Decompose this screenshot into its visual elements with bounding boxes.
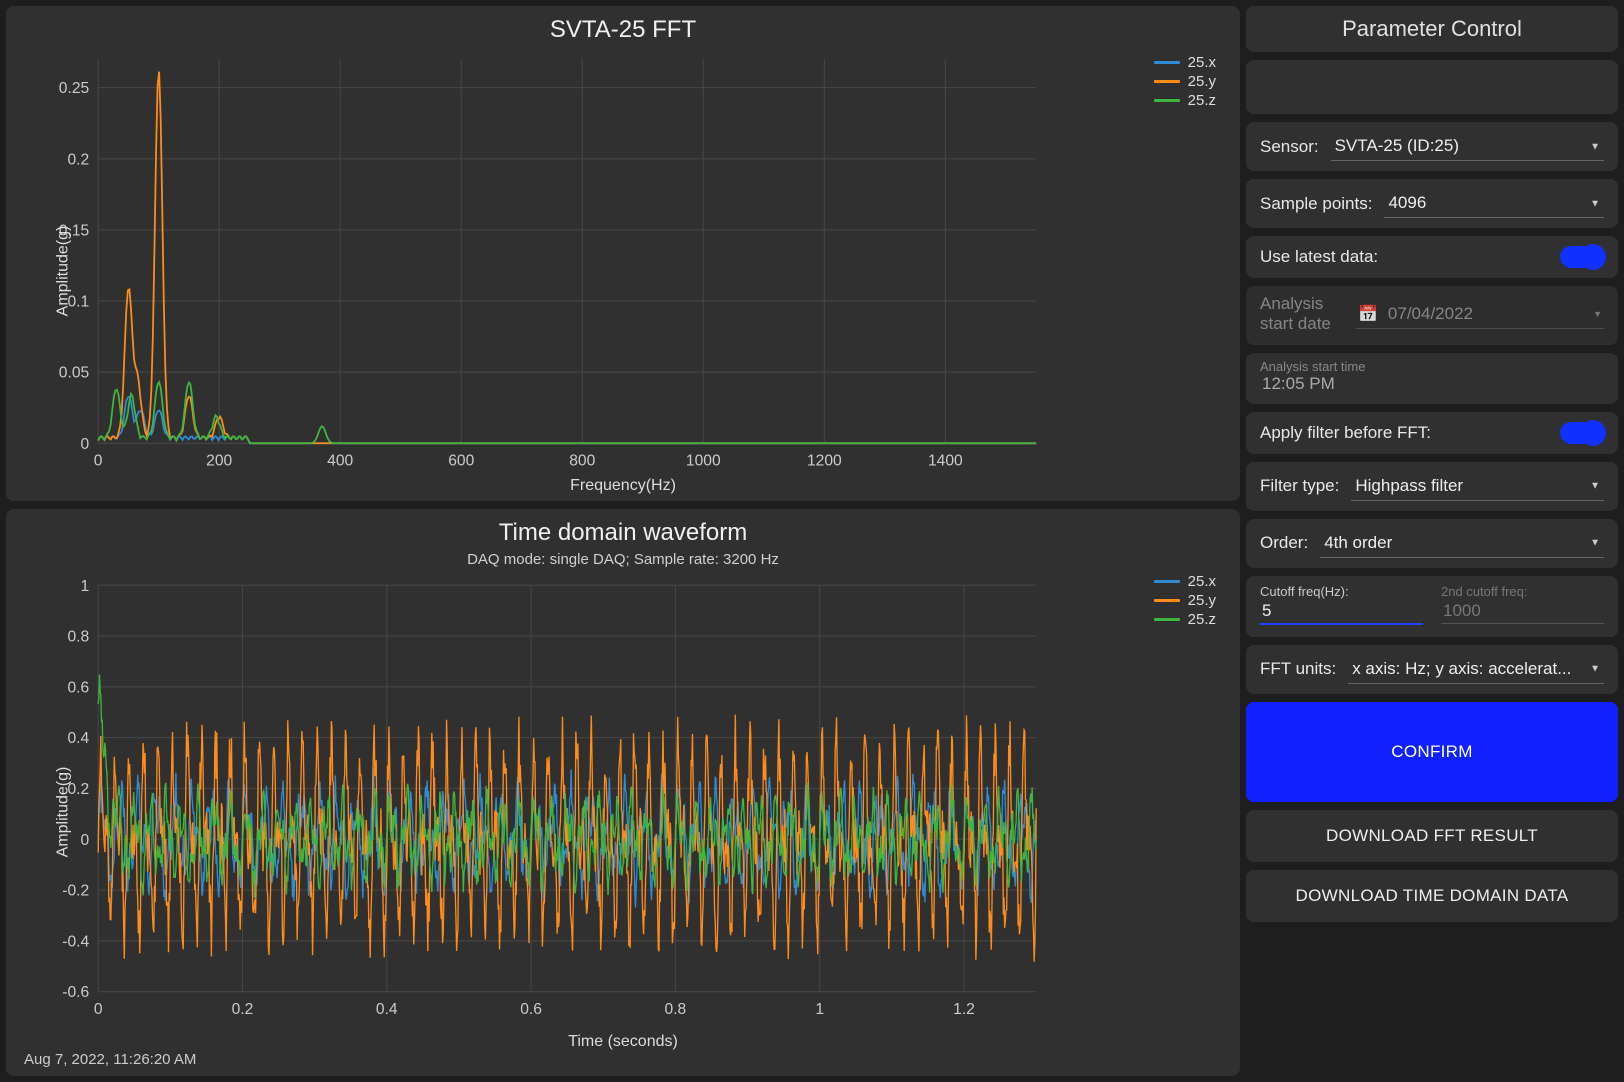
fft-panel: SVTA-25 FFT 25.x 25.y 25.z 0200400600800… bbox=[6, 6, 1240, 501]
sidebar-blank bbox=[1246, 60, 1618, 114]
svg-text:0: 0 bbox=[81, 832, 90, 849]
calendar-icon: 📅 bbox=[1358, 304, 1378, 324]
time-title: Time domain waveform bbox=[20, 519, 1226, 547]
svg-text:0.8: 0.8 bbox=[665, 1001, 687, 1018]
svg-text:0.2: 0.2 bbox=[67, 151, 89, 168]
latest-label: Use latest data: bbox=[1260, 247, 1378, 267]
svg-text:1200: 1200 bbox=[807, 453, 842, 470]
time-panel: Time domain waveform DAQ mode: single DA… bbox=[6, 509, 1240, 1076]
sensor-row: Sensor: SVTA-25 (ID:25) bbox=[1246, 122, 1618, 171]
svg-text:-0.6: -0.6 bbox=[62, 984, 89, 1001]
sample-select[interactable]: 4096 bbox=[1384, 189, 1604, 218]
apply-filter-label: Apply filter before FFT: bbox=[1260, 423, 1431, 443]
cutoff-value: 5 bbox=[1260, 599, 1423, 625]
latest-toggle[interactable] bbox=[1560, 246, 1604, 268]
download-time-button[interactable]: DOWNLOAD TIME DOMAIN DATA bbox=[1246, 870, 1618, 922]
cutoff-label: Cutoff freq(Hz): bbox=[1260, 584, 1423, 599]
cutoff-row: Cutoff freq(Hz): 5 2nd cutoff freq: 1000 bbox=[1246, 576, 1618, 637]
start-date-field[interactable]: 📅 07/04/2022 bbox=[1356, 300, 1604, 329]
start-time-row[interactable]: Analysis start time 12:05 PM bbox=[1246, 353, 1618, 404]
svg-text:600: 600 bbox=[448, 453, 474, 470]
svg-text:800: 800 bbox=[569, 453, 595, 470]
sample-value: 4096 bbox=[1384, 189, 1604, 218]
apply-filter-row: Apply filter before FFT: bbox=[1246, 412, 1618, 454]
cutoff2-value: 1000 bbox=[1441, 599, 1604, 624]
cutoff2-label: 2nd cutoff freq: bbox=[1441, 584, 1604, 599]
svg-text:1: 1 bbox=[815, 1001, 824, 1018]
svg-text:-0.4: -0.4 bbox=[62, 934, 89, 951]
filter-type-value: Highpass filter bbox=[1351, 472, 1604, 501]
svg-text:0.05: 0.05 bbox=[59, 365, 90, 382]
confirm-button[interactable]: CONFIRM bbox=[1246, 702, 1618, 802]
cutoff-col[interactable]: Cutoff freq(Hz): 5 bbox=[1260, 584, 1423, 625]
filter-type-select[interactable]: Highpass filter bbox=[1351, 472, 1604, 501]
sensor-value: SVTA-25 (ID:25) bbox=[1331, 132, 1604, 161]
sample-label: Sample points: bbox=[1260, 194, 1372, 214]
sidebar: Parameter Control Sensor: SVTA-25 (ID:25… bbox=[1246, 0, 1624, 1082]
sensor-select[interactable]: SVTA-25 (ID:25) bbox=[1331, 132, 1604, 161]
apply-filter-toggle[interactable] bbox=[1560, 422, 1604, 444]
order-row: Order: 4th order bbox=[1246, 519, 1618, 568]
fft-ylabel: Amplitude(g) bbox=[54, 225, 72, 316]
time-xlabel: Time (seconds) bbox=[568, 1033, 678, 1051]
sensor-label: Sensor: bbox=[1260, 137, 1319, 157]
time-subtitle: DAQ mode: single DAQ; Sample rate: 3200 … bbox=[20, 551, 1226, 568]
main-column: SVTA-25 FFT 25.x 25.y 25.z 0200400600800… bbox=[0, 0, 1246, 1082]
timestamp: Aug 7, 2022, 11:26:20 AM bbox=[20, 1049, 1226, 1068]
fft-xlabel: Frequency(Hz) bbox=[570, 477, 676, 495]
filter-type-label: Filter type: bbox=[1260, 476, 1339, 496]
fft-plot[interactable]: 020040060080010001200140000.050.10.150.2… bbox=[20, 48, 1226, 493]
svg-text:1400: 1400 bbox=[928, 453, 963, 470]
fft-units-value: x axis: Hz; y axis: accelerat... bbox=[1348, 655, 1604, 684]
svg-text:400: 400 bbox=[327, 453, 353, 470]
svg-text:1.2: 1.2 bbox=[953, 1001, 975, 1018]
svg-text:0.8: 0.8 bbox=[67, 629, 89, 646]
fft-units-select[interactable]: x axis: Hz; y axis: accelerat... bbox=[1348, 655, 1604, 684]
filter-type-row: Filter type: Highpass filter bbox=[1246, 462, 1618, 511]
svg-text:-0.2: -0.2 bbox=[62, 883, 89, 900]
svg-text:0.4: 0.4 bbox=[376, 1001, 398, 1018]
cutoff2-col: 2nd cutoff freq: 1000 bbox=[1441, 584, 1604, 625]
download-fft-button[interactable]: DOWNLOAD FFT RESULT bbox=[1246, 810, 1618, 862]
order-select[interactable]: 4th order bbox=[1320, 529, 1604, 558]
fft-units-row: FFT units: x axis: Hz; y axis: accelerat… bbox=[1246, 645, 1618, 694]
svg-text:200: 200 bbox=[206, 453, 232, 470]
svg-text:0.6: 0.6 bbox=[520, 1001, 542, 1018]
svg-text:0.2: 0.2 bbox=[232, 1001, 254, 1018]
latest-row: Use latest data: bbox=[1246, 236, 1618, 278]
svg-text:1000: 1000 bbox=[686, 453, 721, 470]
sample-row: Sample points: 4096 bbox=[1246, 179, 1618, 228]
fft-title: SVTA-25 FFT bbox=[20, 16, 1226, 44]
order-label: Order: bbox=[1260, 533, 1308, 553]
svg-text:0: 0 bbox=[94, 453, 103, 470]
svg-text:1: 1 bbox=[81, 578, 90, 595]
start-date-row: Analysis start date 📅 07/04/2022 bbox=[1246, 286, 1618, 345]
start-time-label: Analysis start time bbox=[1260, 359, 1604, 374]
svg-text:0.4: 0.4 bbox=[67, 730, 89, 747]
svg-text:0.6: 0.6 bbox=[67, 680, 89, 697]
start-date-label: Analysis start date bbox=[1260, 294, 1342, 335]
start-time-value: 12:05 PM bbox=[1260, 374, 1604, 394]
sidebar-title: Parameter Control bbox=[1246, 6, 1618, 52]
order-value: 4th order bbox=[1320, 529, 1604, 558]
svg-text:0.25: 0.25 bbox=[59, 80, 90, 97]
time-plot[interactable]: 00.20.40.60.811.2-0.6-0.4-0.200.20.40.60… bbox=[20, 574, 1226, 1049]
svg-text:0: 0 bbox=[81, 436, 90, 453]
start-date-value: 07/04/2022 bbox=[1388, 304, 1473, 324]
time-ylabel: Amplitude(g) bbox=[54, 766, 72, 857]
svg-text:0: 0 bbox=[94, 1001, 103, 1018]
fft-units-label: FFT units: bbox=[1260, 659, 1336, 679]
